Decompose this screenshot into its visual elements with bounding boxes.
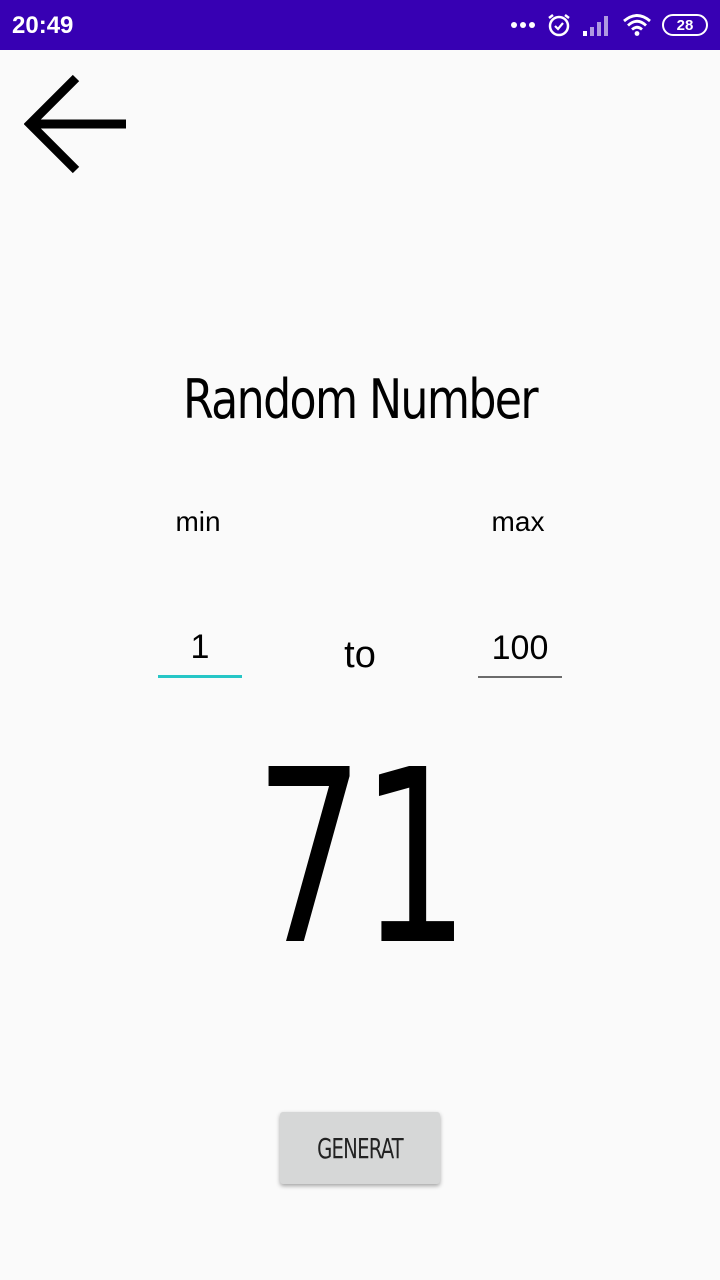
- battery-icon: 28: [662, 14, 708, 36]
- status-bar: 20:49 28: [0, 0, 720, 50]
- generate-button[interactable]: GENERAT: [280, 1112, 440, 1184]
- battery-level: 28: [676, 16, 694, 34]
- min-label: min: [175, 506, 221, 537]
- status-icons: 28: [510, 10, 708, 40]
- back-button[interactable]: [22, 72, 130, 180]
- signal-icon: [582, 13, 612, 37]
- generate-button-label: GENERAT: [317, 1131, 404, 1165]
- min-input[interactable]: [158, 620, 242, 678]
- max-label: max: [491, 506, 545, 537]
- page-title: Random Number: [183, 368, 539, 431]
- max-input[interactable]: [478, 620, 562, 678]
- wifi-icon: [622, 13, 652, 37]
- more-dots-icon: [510, 20, 536, 30]
- to-label: to: [344, 634, 376, 676]
- alarm-icon: [546, 12, 572, 38]
- status-time: 20:49: [12, 12, 74, 39]
- random-result: 71: [254, 718, 470, 998]
- arrow-left-icon: [23, 72, 128, 181]
